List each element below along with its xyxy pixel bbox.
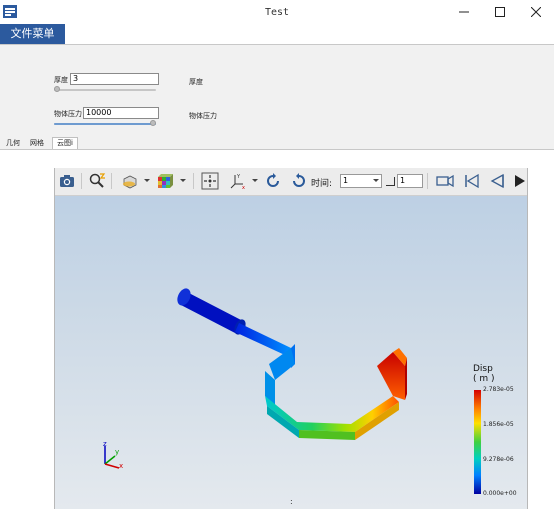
camera-icon [60,175,74,187]
minimize-icon [459,11,469,13]
next-frame-button[interactable] [511,172,527,190]
legend-quantity: Disp [473,364,493,374]
step-icon [386,177,395,186]
clip-plane-button[interactable] [121,172,139,190]
close-button[interactable] [518,0,554,24]
color-map-button[interactable] [156,172,174,190]
prev-frame-button[interactable] [488,172,506,190]
svg-text:Y: Y [236,174,241,180]
step-spinbox[interactable]: 1 [397,174,423,188]
svg-text:z: z [103,440,107,448]
viewer-toolbar: Y x 时间: 1 1 [55,168,527,196]
axes-icon: Y x [230,174,245,190]
pressure-input[interactable]: 10000 [83,107,159,119]
pressure-side-label: 物体压力 [189,112,217,120]
probe-button[interactable] [88,172,106,190]
legend-mid-low: 9.278e-06 [483,456,514,463]
thickness-slider-handle[interactable] [54,86,60,92]
clip-plane-icon [123,175,137,189]
probe-icon [89,173,106,188]
pressure-label: 物体压力 [54,110,82,118]
toolbar-separator [427,173,428,189]
toolbar-separator [81,173,82,189]
tab-geometry[interactable]: 几何 [4,138,22,149]
time-label: 时间: [311,179,333,189]
minimize-button[interactable] [446,0,482,24]
status-dot: : [290,497,293,506]
legend-max: 2.783e-05 [483,386,514,393]
title-bar: Test [0,0,554,24]
toolbar-separator [193,173,194,189]
file-menu[interactable]: 文件菜单 [0,24,65,44]
first-frame-button[interactable] [463,172,481,190]
fit-view-button[interactable] [201,172,219,190]
first-frame-icon [465,173,479,189]
color-cube-icon [158,174,173,188]
chevron-down-icon [373,179,379,182]
color-map-dropdown-icon[interactable] [180,179,186,182]
svg-text:y: y [115,448,119,456]
legend-min: 0.000e+00 [483,490,517,497]
menu-bar: 文件菜单 [0,24,554,45]
tab-mesh[interactable]: 网格 [28,138,46,149]
render-scene[interactable]: z y x Disp ( m ) 2.783e-05 1.856e-05 9.2… [55,196,527,509]
pressure-slider-handle[interactable] [150,120,156,126]
close-icon [531,7,541,17]
toolbar-separator [111,173,112,189]
time-value: 1 [343,176,349,185]
pressure-slider[interactable] [54,120,156,126]
fit-view-icon [201,172,219,190]
pressure-slider-fill [54,123,156,125]
clip-plane-dropdown-icon[interactable] [144,179,150,182]
thickness-slider[interactable] [54,86,156,92]
step-value: 1 [400,176,406,185]
tab-bar: 几何 网格 云图i [0,137,554,150]
prev-frame-icon [490,173,504,189]
next-frame-icon [515,175,525,187]
legend-unit: ( m ) [473,374,495,384]
viewer-3d: Y x 时间: 1 1 z y x Disp (m) 2.783e-05 1… [54,168,528,509]
rotate-left-button[interactable] [264,172,282,190]
rotate-right-icon [293,173,305,187]
video-icon [436,174,454,188]
thickness-label: 厚度 [54,76,68,84]
time-select[interactable]: 1 [340,174,382,188]
thickness-input[interactable]: 3 [70,73,159,85]
rotate-left-icon [267,173,279,187]
axes-button[interactable]: Y x [229,172,247,190]
screenshot-button[interactable] [58,172,76,190]
rotate-right-button[interactable] [290,172,308,190]
parameter-panel: 厚度 3 厚度 物体压力 10000 物体压力 [0,45,554,137]
thickness-side-label: 厚度 [189,78,203,86]
svg-text:x: x [242,185,245,190]
color-legend-bar [474,390,481,494]
axes-triad: z y x [103,440,123,470]
maximize-icon [495,7,505,17]
legend-mid-high: 1.856e-05 [483,421,514,428]
axes-dropdown-icon[interactable] [252,179,258,182]
legend-title: Disp ( m ) [473,364,495,384]
record-video-button[interactable] [436,172,454,190]
maximize-button[interactable] [482,0,518,24]
svg-text:x: x [119,462,123,470]
